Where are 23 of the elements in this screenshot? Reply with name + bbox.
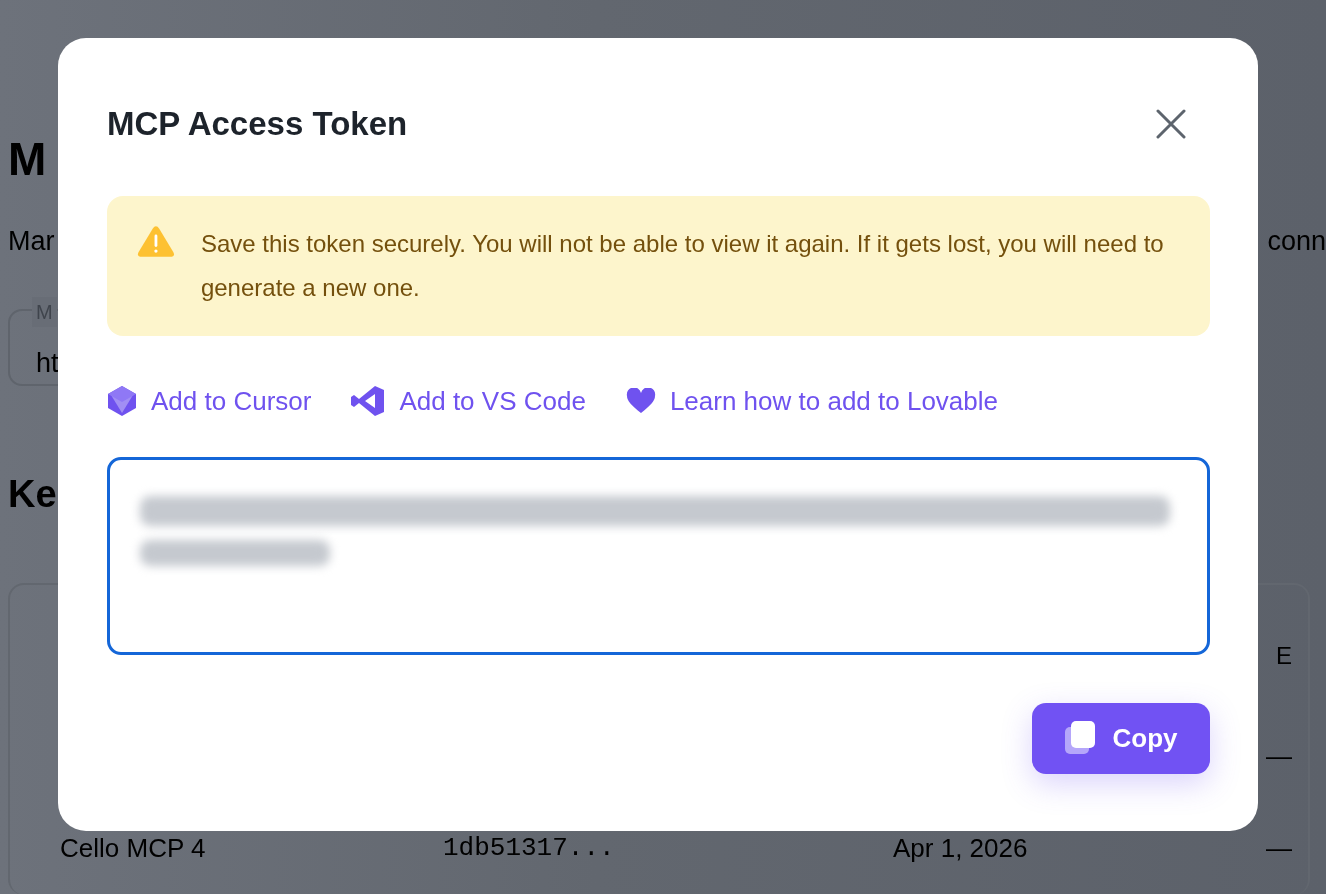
dialog-title: MCP Access Token <box>107 104 408 144</box>
copy-button[interactable]: Copy <box>1032 702 1210 774</box>
code-editor-icon <box>351 385 386 418</box>
table-cell-text: 1db51317... <box>443 832 616 866</box>
token-field[interactable] <box>107 456 1210 655</box>
description-text: conn <box>1267 224 1326 258</box>
page-heading: M <box>8 134 47 185</box>
field-value: ht <box>36 348 59 379</box>
cube-icon <box>107 385 137 418</box>
link[interactable]: Add to Cursor <box>107 381 312 421</box>
heart-icon <box>625 388 656 415</box>
column-header: E <box>1276 640 1292 671</box>
section-heading: Ke <box>8 471 57 517</box>
table-cell-text: — <box>1266 832 1292 866</box>
close-icon <box>1156 108 1186 139</box>
warning-text: Save this token securely. You will not be able to view it again. If it gets lost, you will need to generate a new one. <box>200 228 1165 303</box>
copy-icon <box>1064 721 1095 756</box>
table-cell-text: Apr 1, 2026 <box>893 832 1029 866</box>
link[interactable]: Add to VS Code <box>351 381 586 421</box>
table-cell-text: — <box>1266 740 1292 774</box>
link[interactable]: Learn how to add to Lovable <box>625 381 998 421</box>
description-text: Mar <box>8 224 55 258</box>
table-cell-text: Cello MCP 4 <box>59 832 207 866</box>
